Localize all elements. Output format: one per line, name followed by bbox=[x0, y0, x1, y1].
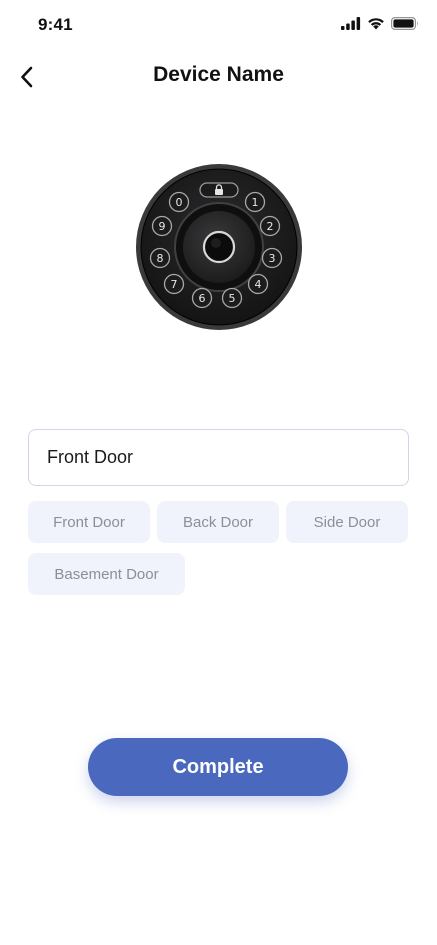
cellular-signal-icon bbox=[341, 17, 361, 30]
svg-text:7: 7 bbox=[171, 278, 178, 291]
suggestion-side-door[interactable]: Side Door bbox=[286, 501, 408, 543]
keypad-key-1: 1 bbox=[244, 191, 266, 213]
keypad-key-6: 6 bbox=[191, 287, 213, 309]
suggestion-basement-door[interactable]: Basement Door bbox=[28, 553, 185, 595]
keypad-key-8: 8 bbox=[149, 247, 171, 269]
keypad-key-4: 4 bbox=[247, 273, 269, 295]
page-title: Device Name bbox=[153, 63, 284, 86]
smart-lock-image: 0 123456789 bbox=[136, 164, 302, 330]
keypad-key-3: 3 bbox=[261, 247, 283, 269]
status-bar: 9:41 bbox=[0, 0, 437, 50]
svg-text:9: 9 bbox=[159, 220, 166, 233]
svg-text:6: 6 bbox=[199, 292, 206, 305]
keypad-key-0: 0 bbox=[168, 191, 190, 213]
complete-button[interactable]: Complete bbox=[88, 738, 348, 796]
svg-text:1: 1 bbox=[252, 196, 259, 209]
svg-text:4: 4 bbox=[255, 278, 262, 291]
keypad-key-2: 2 bbox=[259, 215, 281, 237]
svg-text:3: 3 bbox=[269, 252, 276, 265]
svg-text:5: 5 bbox=[229, 292, 236, 305]
nav-bar: Device Name bbox=[0, 54, 437, 100]
svg-text:8: 8 bbox=[157, 252, 164, 265]
keypad-key-5: 5 bbox=[221, 287, 243, 309]
svg-text:0: 0 bbox=[176, 196, 183, 209]
suggestion-back-door[interactable]: Back Door bbox=[157, 501, 279, 543]
svg-text:2: 2 bbox=[267, 220, 274, 233]
device-name-input[interactable] bbox=[29, 430, 408, 485]
keypad-key-9: 9 bbox=[151, 215, 173, 237]
device-name-field[interactable] bbox=[28, 429, 409, 486]
suggestion-front-door[interactable]: Front Door bbox=[28, 501, 150, 543]
name-suggestions: Front Door Back Door Side Door Basement … bbox=[28, 501, 412, 595]
battery-icon bbox=[391, 17, 418, 30]
status-time: 9:41 bbox=[38, 15, 73, 34]
status-icons bbox=[341, 17, 419, 30]
wifi-icon bbox=[368, 18, 384, 30]
keypad-key-7: 7 bbox=[163, 273, 185, 295]
